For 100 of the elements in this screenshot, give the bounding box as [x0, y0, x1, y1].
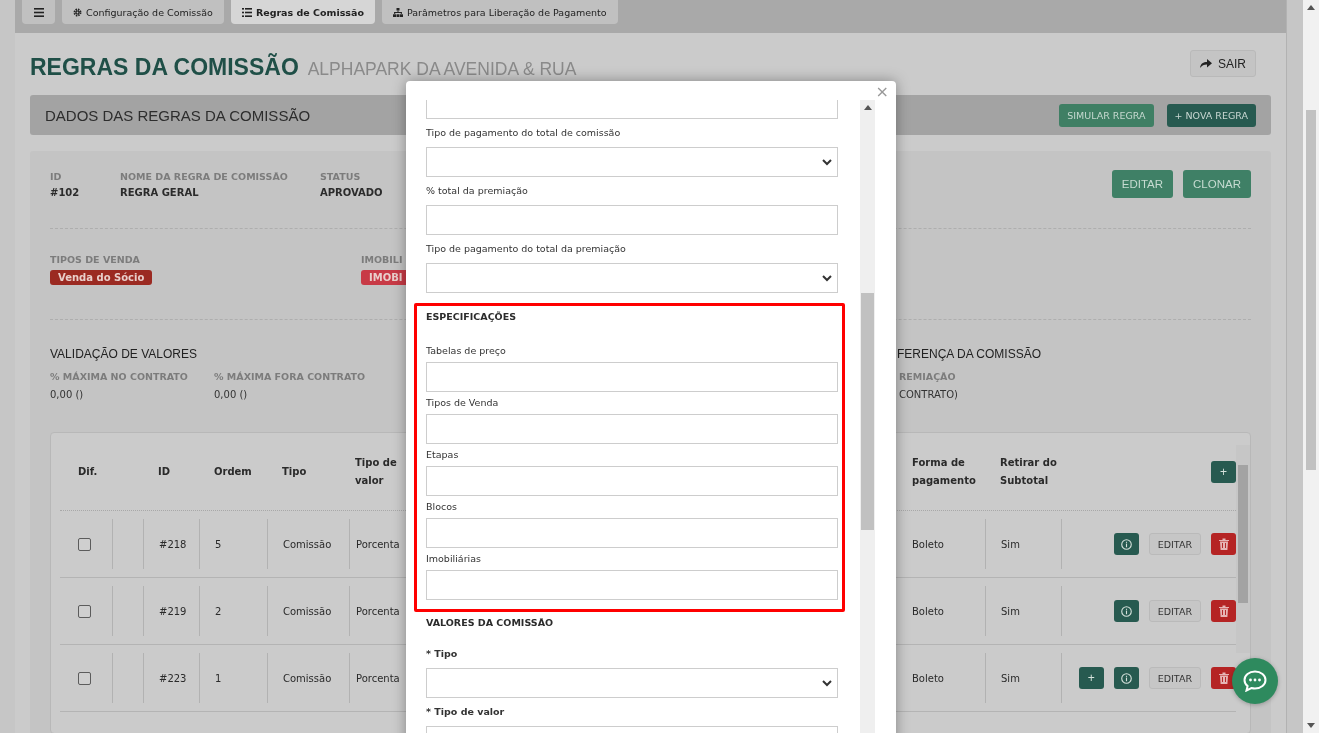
checkbox[interactable] [78, 537, 91, 551]
field-label: Blocos [426, 500, 458, 514]
menu-button[interactable] [22, 0, 55, 24]
table-cell: Porcenta [356, 605, 400, 617]
speech-bubble-icon [1243, 670, 1267, 692]
table-cell: Boleto [912, 672, 944, 684]
info-icon [1120, 605, 1132, 617]
settings-icon [73, 7, 82, 17]
info-icon [1120, 538, 1132, 550]
section-title: DADOS DAS REGRAS DA COMISSÃO [45, 106, 311, 124]
field-label: TIPOS DE VENDA [50, 254, 141, 265]
input-field[interactable] [426, 100, 838, 119]
column-header: Dif. [78, 464, 98, 479]
info-icon [1120, 672, 1132, 684]
column-header: Ordem [214, 464, 252, 479]
delete-button[interactable] [1211, 600, 1236, 622]
field-label: % MÁXIMA FORA CONTRATO [214, 371, 367, 382]
info-button[interactable] [1113, 600, 1139, 622]
column-header: Forma de pagamento [912, 455, 977, 488]
field-label: Imobiliárias [426, 552, 482, 566]
table-scrollbar[interactable] [1236, 445, 1250, 653]
table-cell: #218 [159, 538, 187, 550]
column-header: Tipo [282, 464, 307, 479]
tab[interactable]: Regras de Comissão [230, 0, 375, 24]
modal-scrollbar[interactable] [860, 100, 875, 733]
checkbox[interactable] [78, 604, 91, 618]
field-value: 0,00 () [214, 389, 249, 400]
share-arrow-icon [1200, 59, 1212, 68]
column-header: Tipo de valor [355, 455, 398, 488]
arrow-up-icon[interactable] [1307, 5, 1315, 10]
column-header: Retirar do Subtotal [1000, 455, 1058, 488]
input-field[interactable] [426, 466, 838, 496]
arrow-down-icon[interactable] [1307, 723, 1315, 728]
page-scrollbar[interactable] [1303, 0, 1319, 733]
sitemap-icon [392, 7, 403, 17]
select-field[interactable] [426, 263, 838, 293]
field-label: Tipo de pagamento do total de comissão [426, 126, 622, 140]
field-label: IMOBILI [361, 254, 404, 265]
add-button[interactable]: + [1211, 460, 1236, 483]
input-field[interactable] [426, 414, 838, 444]
table-cell: Porcenta [356, 672, 400, 684]
select-field[interactable] [426, 668, 838, 698]
table-cell: Sim [1001, 538, 1020, 550]
table-cell: Sim [1001, 605, 1020, 617]
field-label: STATUS [320, 171, 362, 182]
chevron-down-icon [822, 158, 832, 166]
table-cell: #219 [159, 605, 187, 617]
table-cell: Boleto [912, 538, 944, 550]
table-cell: 5 [215, 538, 222, 550]
menu-icon [33, 7, 44, 17]
exit-button[interactable]: SAIR [1190, 50, 1256, 77]
input-field[interactable] [426, 570, 838, 600]
field-label: % MÁXIMA NO CONTRATO [50, 371, 189, 382]
checkbox[interactable] [78, 671, 91, 685]
table-cell: 2 [215, 605, 222, 617]
edit-button[interactable]: EDITAR [1148, 667, 1201, 689]
arrow-up-icon[interactable] [864, 105, 872, 110]
field-label: * Tipo [426, 647, 459, 661]
select-field[interactable] [426, 147, 838, 177]
action-button[interactable]: + NOVA REGRA [1166, 103, 1256, 127]
table-cell: Sim [1001, 672, 1020, 684]
field-value: APROVADO [320, 187, 384, 198]
field-value: REGRA GERAL [120, 187, 200, 198]
tag-badge: Venda do Sócio [50, 270, 153, 285]
input-field[interactable] [426, 518, 838, 548]
field-label: ID [50, 171, 63, 182]
field-value: 0,00 () [50, 389, 85, 400]
delete-button[interactable] [1211, 533, 1236, 555]
list-icon [241, 7, 252, 17]
field-label: NOME DA REGRA DE COMISSÃO [120, 171, 289, 182]
column-header: ID [158, 464, 171, 479]
field-label: % total da premiação [426, 184, 529, 198]
tab[interactable]: Configuração de Comissão [62, 0, 224, 24]
table-cell: #223 [159, 672, 187, 684]
chevron-down-icon [822, 679, 832, 687]
section-title: VALORES DA COMISSÃO [426, 616, 555, 630]
info-button[interactable] [1113, 667, 1139, 689]
table-cell: Porcenta [356, 538, 400, 550]
field-value: #102 [50, 187, 81, 198]
edit-button[interactable]: EDITAR [1148, 533, 1201, 555]
field-label: Etapas [426, 448, 460, 462]
input-field[interactable] [426, 205, 838, 235]
table-cell: Boleto [912, 605, 944, 617]
field-label: * Tipo de valor [426, 705, 506, 719]
section-title: FERENÇA DA COMISSÃO [897, 347, 1042, 361]
input-field[interactable] [426, 362, 838, 392]
table-cell: Comissão [283, 605, 332, 617]
tab[interactable]: Parâmetros para Liberação de Pagamento [381, 0, 618, 24]
trash-icon [1218, 672, 1229, 684]
field-label: Tipo de pagamento do total da premiação [426, 242, 627, 256]
table-cell: 1 [215, 672, 222, 684]
trash-icon [1218, 605, 1229, 617]
field-label: Tabelas de preço [426, 344, 507, 358]
info-button[interactable] [1113, 533, 1139, 555]
table-cell: Comissão [283, 672, 332, 684]
field-label: REMIAÇÃO [898, 371, 956, 382]
chevron-down-icon [822, 274, 832, 282]
edit-button[interactable]: EDITAR [1148, 600, 1201, 622]
add-button[interactable]: + [1078, 667, 1104, 689]
page-title: REGRAS DA COMISSÃO [30, 54, 299, 80]
